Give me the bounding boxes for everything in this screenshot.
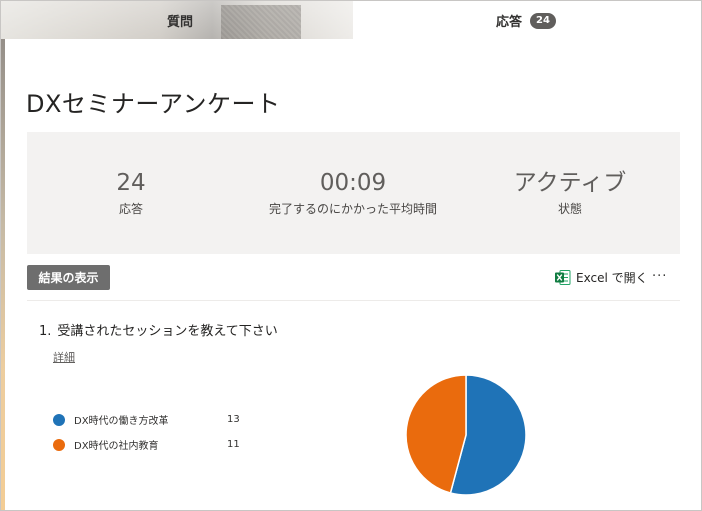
- pie-chart-svg: [405, 374, 527, 496]
- tab-questions[interactable]: 質問: [167, 11, 193, 30]
- tab-bar: 質問 応答 24: [1, 1, 701, 39]
- stat-responses-label: 応答: [118, 202, 143, 216]
- stat-responses-value: 24: [116, 170, 146, 196]
- legend-count: 11: [227, 439, 240, 450]
- open-in-excel-label: Excel で開く: [576, 271, 648, 285]
- stat-average-time-value: 00:09: [319, 170, 387, 196]
- open-in-excel-button[interactable]: Excel で開く: [554, 269, 648, 286]
- stat-average-time: 00:09 完了するのにかかった平均時間: [253, 169, 453, 217]
- forms-response-panel: 質問 応答 24 DXセミナーアンケート 24 応答 00:09 完了するのにか…: [0, 0, 702, 511]
- question-title: 1. 受講されたセッションを教えて下さい: [39, 320, 278, 339]
- summary-stats-card: 24 応答 00:09 完了するのにかかった平均時間 アクティブ 状態: [27, 132, 680, 254]
- stat-status: アクティブ 状態: [470, 169, 670, 217]
- legend-swatch: [53, 413, 65, 426]
- legend-label: DX時代の働き方改革: [74, 416, 169, 427]
- section-divider: [27, 300, 680, 301]
- legend-item: DX時代の働き方改革 13: [53, 412, 240, 427]
- excel-icon: [554, 269, 571, 286]
- question-number: 1.: [39, 324, 52, 339]
- stat-status-value: アクティブ: [513, 170, 627, 196]
- question-text: 受講されたセッションを教えて下さい: [57, 324, 278, 339]
- form-title: DXセミナーアンケート: [26, 90, 281, 118]
- tab-responses-label: 応答: [496, 15, 523, 30]
- tab-questions-label: 質問: [167, 15, 194, 30]
- stat-responses: 24 応答: [31, 169, 231, 217]
- background-edge: [1, 39, 5, 510]
- view-results-button[interactable]: 結果の表示: [27, 265, 110, 290]
- stat-status-label: 状態: [557, 202, 582, 216]
- stat-average-time-label: 完了するのにかかった平均時間: [268, 202, 437, 216]
- responses-count-badge: 24: [530, 12, 556, 29]
- tab-responses[interactable]: 応答 24: [496, 11, 556, 30]
- pie-chart: [404, 373, 528, 497]
- legend-swatch: [53, 438, 65, 451]
- legend-label: DX時代の社内教育: [74, 441, 159, 452]
- more-options-button[interactable]: ···: [652, 269, 667, 284]
- legend-item: DX時代の社内教育 11: [53, 437, 240, 452]
- legend-count: 13: [227, 414, 240, 425]
- details-link[interactable]: 詳細: [53, 349, 75, 365]
